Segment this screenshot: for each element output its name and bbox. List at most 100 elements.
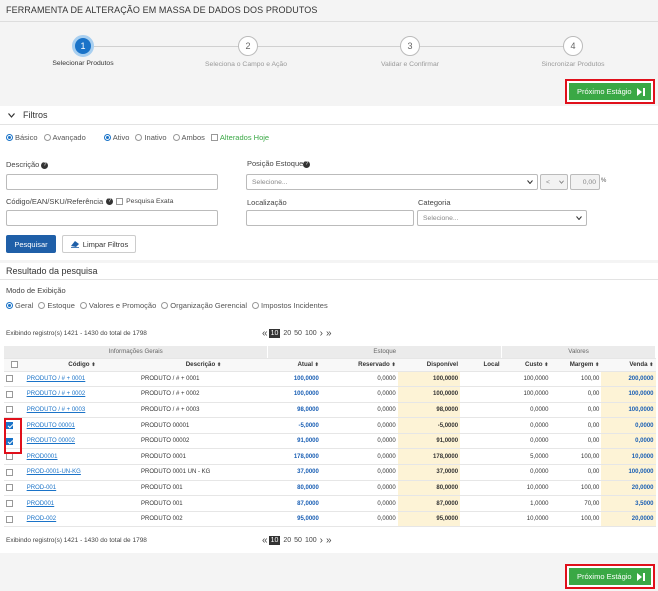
next-stage-button[interactable]: Próximo Estágio bbox=[565, 79, 655, 104]
table-row[interactable]: PRODUTO / # + 0002 PRODUTO / # + 0002 100,… bbox=[4, 386, 656, 403]
row-checkbox[interactable] bbox=[4, 386, 25, 403]
table-row[interactable]: PRODUTO / # + 0001 PRODUTO / # + 0001 100,… bbox=[4, 371, 656, 388]
margin-value: 0,00 bbox=[550, 417, 602, 434]
row-checkbox[interactable] bbox=[4, 511, 25, 528]
product-code-link[interactable]: PRODUTO / # + 0002 bbox=[24, 386, 140, 403]
col-descricao[interactable]: Descrição ⬍ bbox=[139, 358, 268, 372]
row-checkbox[interactable] bbox=[4, 402, 25, 419]
page-size-20[interactable]: 20 bbox=[283, 330, 291, 337]
question-icon: ? bbox=[41, 161, 49, 169]
col-custo[interactable]: Custo ⬍ bbox=[501, 358, 551, 372]
page-size-100[interactable]: 100 bbox=[305, 330, 317, 337]
localizacao-input[interactable] bbox=[246, 210, 414, 226]
col-local[interactable]: Local bbox=[460, 358, 502, 372]
table-row[interactable]: PRODUTO / # + 0003 PRODUTO / # + 0003 98,0… bbox=[4, 402, 656, 419]
radio-inativo[interactable]: Inativo bbox=[135, 133, 167, 142]
table-row[interactable]: PRODUTO 00001 PRODUTO 00001 -5,0000 0,0000-… bbox=[4, 417, 656, 434]
descricao-input[interactable] bbox=[6, 174, 218, 190]
row-checkbox[interactable] bbox=[4, 464, 25, 481]
first-page-button[interactable]: « bbox=[262, 535, 267, 546]
product-code-link[interactable]: PRODUTO 00001 bbox=[24, 417, 140, 434]
first-page-button[interactable]: « bbox=[262, 328, 267, 339]
table-row[interactable]: PROD0001 PRODUTO 0001 178,0000 0,0000 178,00… bbox=[4, 448, 656, 466]
page-size-20[interactable]: 20 bbox=[283, 537, 291, 544]
next-page-button[interactable]: › bbox=[320, 535, 323, 546]
posicao-value-input[interactable]: 0,00 bbox=[570, 174, 600, 190]
stock-current: 178,0000 bbox=[267, 448, 321, 466]
page-size-50[interactable]: 50 bbox=[294, 330, 302, 337]
radio-avancado[interactable]: Avançado bbox=[43, 133, 86, 142]
cost-value: 0,0000 bbox=[501, 402, 551, 419]
stock-local bbox=[460, 511, 502, 528]
stock-reserved: 0,0000 bbox=[320, 433, 398, 450]
stock-current: 87,0000 bbox=[267, 495, 321, 512]
stock-available: 91,0000 bbox=[397, 433, 461, 450]
col-atual[interactable]: Atual ⬍ bbox=[267, 358, 321, 372]
chevron-down-icon bbox=[576, 216, 582, 220]
table-row[interactable]: PROD-001 PRODUTO 001 80,0000 0,0000 80,0000 1… bbox=[4, 480, 656, 497]
product-code-link[interactable]: PRODUTO / # + 0001 bbox=[24, 371, 140, 388]
operator-select[interactable]: < bbox=[540, 174, 568, 190]
page-size-10[interactable]: 10 bbox=[268, 536, 281, 545]
col-margem[interactable]: Margem ⬍ bbox=[550, 358, 602, 372]
group-header: Valores bbox=[501, 346, 656, 359]
search-button[interactable]: Pesquisar bbox=[6, 235, 56, 253]
stock-available: 98,0000 bbox=[397, 402, 461, 419]
product-code-link[interactable]: PROD0001 bbox=[24, 448, 140, 466]
radio-ambos[interactable]: Ambos bbox=[172, 133, 205, 142]
product-code-link[interactable]: PROD-001 bbox=[24, 480, 140, 497]
posicao-label: Posição Estoque? bbox=[247, 159, 311, 168]
product-code-link[interactable]: PROD-0001-UN-KG bbox=[24, 464, 140, 481]
altered-today-checkbox[interactable]: Alterados Hoje bbox=[210, 133, 269, 142]
next-page-button[interactable]: › bbox=[320, 328, 323, 339]
col-codigo[interactable]: Código ⬍ bbox=[24, 358, 140, 372]
table-row[interactable]: PROD-002 PRODUTO 002 95,0000 0,0000 95,0000 1… bbox=[4, 511, 656, 528]
sort-icon: ⬍ bbox=[649, 362, 654, 368]
stock-available: 100,0000 bbox=[397, 371, 461, 388]
col-reservado[interactable]: Reservado ⬍ bbox=[320, 358, 398, 372]
col-disponivel[interactable]: Disponível bbox=[397, 358, 461, 372]
last-page-button[interactable]: » bbox=[326, 535, 332, 546]
product-code-link[interactable]: PROD001 bbox=[24, 495, 140, 512]
stock-local bbox=[460, 433, 502, 450]
col-venda[interactable]: Venda ⬍ bbox=[601, 358, 656, 372]
product-code-link[interactable]: PRODUTO 00002 bbox=[24, 433, 140, 450]
view-organizacao[interactable]: Organização Gerencial bbox=[161, 301, 247, 310]
cost-value: 0,0000 bbox=[501, 433, 551, 450]
product-code-link[interactable]: PRODUTO / # + 0003 bbox=[24, 402, 140, 419]
view-impostos[interactable]: Impostos Incidentes bbox=[252, 301, 328, 310]
page-size-10[interactable]: 10 bbox=[268, 329, 281, 338]
step-connector bbox=[83, 46, 248, 47]
chevron-down-icon bbox=[559, 180, 564, 184]
page-size-100[interactable]: 100 bbox=[305, 537, 317, 544]
step-3[interactable]: 3 bbox=[400, 36, 420, 56]
view-valores[interactable]: Valores e Promoção bbox=[79, 301, 156, 310]
sale-value: 20,0000 bbox=[601, 480, 656, 497]
view-estoque[interactable]: Estoque bbox=[38, 301, 75, 310]
table-row[interactable]: PROD-0001-UN-KG PRODUTO 0001 UN - KG 37,00… bbox=[4, 464, 656, 481]
select-all-checkbox[interactable] bbox=[4, 358, 25, 372]
posicao-select[interactable]: Selecione... bbox=[246, 174, 538, 190]
last-page-button[interactable]: » bbox=[326, 328, 332, 339]
pager-bottom: « 10 20 50 100 › » bbox=[262, 535, 332, 546]
row-checkbox[interactable] bbox=[4, 480, 25, 497]
step-4[interactable]: 4 bbox=[563, 36, 583, 56]
row-checkbox[interactable] bbox=[4, 495, 25, 512]
row-checkbox[interactable] bbox=[4, 371, 25, 388]
step-1[interactable]: 1 bbox=[72, 35, 94, 57]
filters-header[interactable]: Filtros bbox=[8, 110, 48, 120]
localizacao-label: Localização bbox=[247, 198, 287, 207]
exact-search-checkbox[interactable] bbox=[116, 198, 124, 205]
view-geral[interactable]: Geral bbox=[6, 301, 33, 310]
categoria-select[interactable]: Selecione... bbox=[417, 210, 587, 226]
page-size-50[interactable]: 50 bbox=[294, 537, 302, 544]
codigo-input[interactable] bbox=[6, 210, 218, 226]
step-2[interactable]: 2 bbox=[238, 36, 258, 56]
radio-ativo[interactable]: Ativo bbox=[103, 133, 129, 142]
table-row[interactable]: PROD001 PRODUTO 001 87,0000 0,0000 87,0000 1,… bbox=[4, 495, 656, 512]
table-row[interactable]: PRODUTO 00002 PRODUTO 00002 91,0000 0,0000 9… bbox=[4, 433, 656, 450]
next-stage-button-bottom[interactable]: Próximo Estágio bbox=[565, 564, 655, 589]
clear-filters-button[interactable]: Limpar Filtros bbox=[62, 235, 136, 253]
product-code-link[interactable]: PROD-002 bbox=[24, 511, 140, 528]
radio-basico[interactable]: Básico bbox=[6, 133, 38, 142]
